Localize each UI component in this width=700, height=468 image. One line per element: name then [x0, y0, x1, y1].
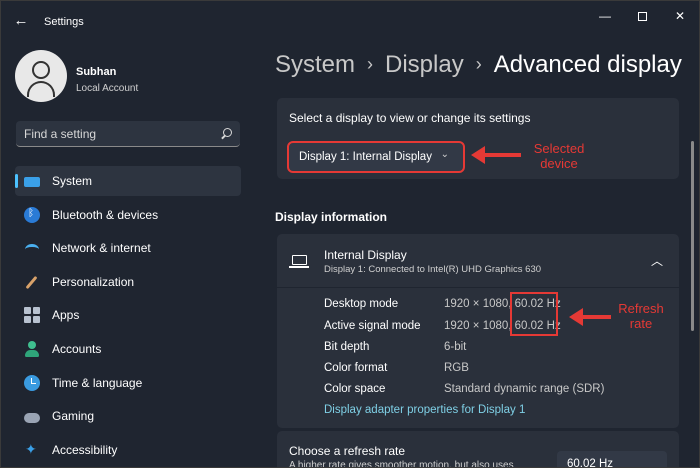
display-dropdown-value: Display 1: Internal Display [299, 151, 432, 163]
search-placeholder: Find a setting [24, 126, 97, 141]
apps-icon [24, 307, 40, 324]
breadcrumb: System › Display › Advanced display [275, 51, 682, 79]
refresh-rate-dropdown[interactable]: 60.02 Hz [557, 451, 667, 467]
refresh-rate-highlight [510, 292, 558, 336]
info-value: Standard dynamic range (SDR) [444, 383, 605, 395]
profile[interactable]: Subhan Local Account [15, 50, 255, 110]
sidebar-item-network[interactable]: Network & internet [15, 233, 241, 263]
select-display-label: Select a display to view or change its s… [289, 111, 531, 125]
info-label: Color format [324, 362, 388, 374]
sidebar-item-accounts[interactable]: Accounts [15, 334, 241, 364]
info-label: Bit depth [324, 341, 370, 353]
sidebar-item-label: Apps [52, 308, 80, 323]
info-row-active-signal-mode: Active signal mode 1920 × 1080, 60.02 Hz [324, 320, 561, 332]
annotation-arrow [569, 308, 611, 326]
time-language-icon [24, 374, 40, 391]
info-value: RGB [444, 362, 469, 374]
info-row-bit-depth: Bit depth 6-bit [324, 341, 466, 353]
sidebar-item-bluetooth[interactable]: Bluetooth & devices [15, 200, 241, 230]
breadcrumb-system[interactable]: System [275, 51, 355, 78]
back-button[interactable]: ← [13, 13, 29, 29]
personalization-icon [24, 274, 40, 290]
info-row-desktop-mode: Desktop mode 1920 × 1080, 60.02 Hz [324, 298, 561, 310]
nav-list: System Bluetooth & devices Network & int… [15, 166, 241, 467]
network-icon [24, 240, 40, 256]
info-label: Active signal mode [324, 320, 421, 332]
profile-account-type: Local Account [76, 83, 139, 94]
section-title-display-information: Display information [275, 210, 388, 224]
info-row-color-format: Color format RGB [324, 362, 469, 374]
display-information-card: Internal Display Display 1: Connected to… [277, 234, 679, 428]
sidebar-item-label: Personalization [52, 274, 135, 289]
sidebar-item-label: Accessibility [52, 442, 118, 457]
sidebar-item-apps[interactable]: Apps [15, 300, 241, 330]
sidebar-item-personalization[interactable]: Personalization [15, 267, 241, 297]
scrollbar[interactable] [691, 141, 694, 331]
select-display-card: Select a display to view or change its s… [277, 98, 679, 179]
sidebar-item-gaming[interactable]: Gaming [15, 401, 241, 431]
maximize-icon [637, 12, 647, 22]
annotation-refresh-rate: Refresh rate [618, 301, 664, 331]
sidebar-item-label: Time & language [52, 375, 143, 390]
settings-window: ← Settings — ✕ Subhan Local Account Find… [0, 0, 700, 468]
refresh-rate-card: Choose a refresh rate A higher rate give… [277, 431, 679, 468]
refresh-rate-description: A higher rate gives smoother motion, but… [289, 460, 514, 468]
bluetooth-icon [24, 206, 40, 223]
chevron-up-icon[interactable]: ︿ [651, 252, 663, 269]
close-button[interactable]: ✕ [665, 7, 695, 25]
breadcrumb-display[interactable]: Display [385, 51, 464, 78]
search-input[interactable]: Find a setting [16, 121, 240, 147]
sidebar-item-system[interactable]: System [15, 166, 241, 196]
app-title: Settings [44, 16, 84, 28]
display-connection: Display 1: Connected to Intel(R) UHD Gra… [324, 264, 542, 275]
arrow-left-icon: ← [13, 12, 29, 29]
sidebar-item-accessibility[interactable]: Accessibility [15, 435, 241, 465]
display-information-header[interactable]: Internal Display Display 1: Connected to… [277, 234, 679, 288]
annotation-selected-device: Selected device [533, 141, 585, 171]
sidebar-item-label: Bluetooth & devices [52, 207, 159, 222]
sidebar-item-label: System [52, 174, 93, 188]
profile-name: Subhan [76, 66, 117, 78]
minimize-button[interactable]: — [590, 7, 620, 25]
monitor-icon [289, 255, 309, 268]
display-dropdown[interactable]: Display 1: Internal Display ⌄ [287, 141, 465, 173]
accessibility-icon [24, 441, 40, 458]
info-label: Color space [324, 383, 386, 395]
sidebar: Subhan Local Account Find a setting Syst… [1, 41, 256, 467]
accounts-icon [24, 340, 40, 357]
info-label: Desktop mode [324, 298, 399, 310]
system-icon [24, 176, 40, 187]
display-name: Internal Display [324, 248, 407, 262]
title-bar: ← Settings — ✕ [1, 1, 699, 41]
sidebar-item-label: Accounts [52, 341, 102, 356]
chevron-right-icon: › [475, 54, 482, 74]
display-adapter-properties-link[interactable]: Display adapter properties for Display 1 [324, 404, 525, 416]
sidebar-item-label: Gaming [52, 409, 95, 424]
user-icon [32, 61, 50, 79]
page-title: Advanced display [493, 51, 682, 78]
avatar [15, 50, 67, 102]
sidebar-item-time-language[interactable]: Time & language [15, 368, 241, 398]
search-icon[interactable] [220, 127, 232, 140]
info-value: 6-bit [444, 341, 467, 353]
gaming-icon [24, 412, 40, 423]
info-row-color-space: Color space Standard dynamic range (SDR) [324, 383, 604, 395]
chevron-down-icon: ⌄ [440, 149, 449, 160]
refresh-rate-title: Choose a refresh rate [289, 444, 406, 458]
sidebar-item-label: Network & internet [52, 241, 151, 256]
annotation-arrow [471, 146, 521, 164]
maximize-button[interactable] [627, 7, 657, 25]
chevron-right-icon: › [367, 54, 374, 74]
